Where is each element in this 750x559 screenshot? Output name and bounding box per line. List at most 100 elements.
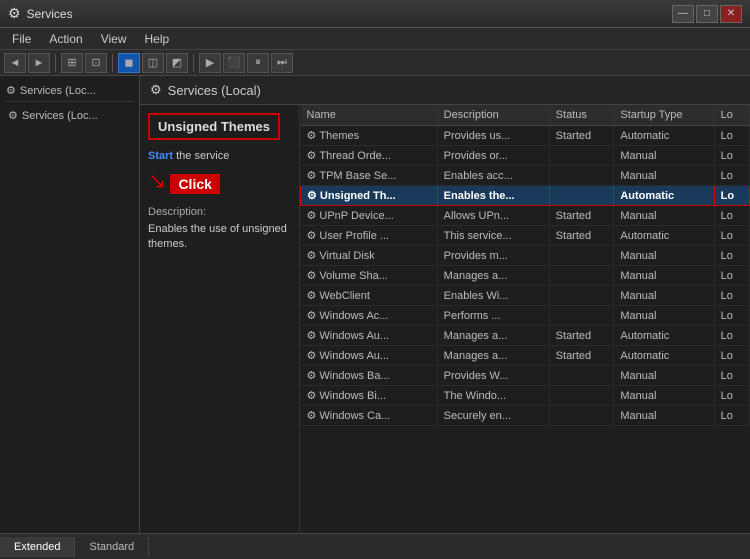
service-desc-cell: Allows UPn... <box>437 206 549 226</box>
service-lo-cell: Lo <box>714 246 749 266</box>
maximize-button[interactable]: □ <box>696 5 718 23</box>
toolbar-play[interactable]: ▶ <box>199 53 221 73</box>
service-name-cell: ⚙Windows Ca... <box>301 406 438 426</box>
menu-view[interactable]: View <box>93 30 135 48</box>
the-service-label: the service <box>173 150 229 162</box>
service-gear-icon: ⚙ <box>307 310 317 322</box>
toolbar-btn-3[interactable]: ◫ <box>142 53 164 73</box>
service-lo-cell: Lo <box>714 406 749 426</box>
toolbar-pause[interactable]: ⏸ <box>247 53 269 73</box>
gear-icon: ⚙ <box>6 84 16 97</box>
close-button[interactable]: ✕ <box>720 5 742 23</box>
service-status-cell <box>549 306 614 326</box>
service-gear-icon: ⚙ <box>307 410 317 422</box>
table-row[interactable]: ⚙ThemesProvides us...StartedAutomaticLo <box>301 126 750 146</box>
toolbar-stop[interactable]: ⬛ <box>223 53 245 73</box>
service-lo-cell: Lo <box>714 386 749 406</box>
col-description[interactable]: Description <box>437 105 549 126</box>
toolbar-separator-3 <box>193 54 194 72</box>
table-row[interactable]: ⚙WebClientEnables Wi...ManualLo <box>301 286 750 306</box>
click-label: Click <box>170 174 219 194</box>
service-gear-icon: ⚙ <box>307 370 317 382</box>
service-status-cell: Started <box>549 226 614 246</box>
col-status[interactable]: Status <box>549 105 614 126</box>
toolbar-btn-1[interactable]: ⊞ <box>61 53 83 73</box>
table-row[interactable]: ⚙Windows Ca...Securely en...ManualLo <box>301 406 750 426</box>
description-title: Description: <box>148 206 291 218</box>
service-name-cell: ⚙User Profile ... <box>301 226 438 246</box>
service-desc-cell: Manages a... <box>437 326 549 346</box>
table-row[interactable]: ⚙Windows Au...Manages a...StartedAutomat… <box>301 326 750 346</box>
service-gear-icon: ⚙ <box>307 250 317 262</box>
col-name[interactable]: Name <box>301 105 438 126</box>
table-row[interactable]: ⚙UPnP Device...Allows UPn...StartedManua… <box>301 206 750 226</box>
services-table-container[interactable]: Name Description Status Startup Type Lo … <box>300 105 750 533</box>
toolbar-btn-4[interactable]: ◩ <box>166 53 188 73</box>
menu-action[interactable]: Action <box>41 30 90 48</box>
service-gear-icon: ⚙ <box>307 170 317 182</box>
service-desc-cell: Provides m... <box>437 246 549 266</box>
service-status-cell <box>549 246 614 266</box>
table-row[interactable]: ⚙User Profile ...This service...StartedA… <box>301 226 750 246</box>
tab-extended[interactable]: Extended <box>0 537 75 557</box>
sidebar-label: Services (Loc... <box>22 110 98 122</box>
service-desc-cell: Enables acc... <box>437 166 549 186</box>
panel-title: Services (Local) <box>168 83 261 98</box>
service-name-cell: ⚙TPM Base Se... <box>301 166 438 186</box>
start-link[interactable]: Start <box>148 150 173 162</box>
service-desc-cell: Manages a... <box>437 346 549 366</box>
toolbar-restart[interactable]: ⏭ <box>271 53 293 73</box>
table-row[interactable]: ⚙Virtual DiskProvides m...ManualLo <box>301 246 750 266</box>
service-startup-cell: Manual <box>614 406 714 426</box>
service-name-cell: ⚙Windows Bi... <box>301 386 438 406</box>
table-row[interactable]: ⚙Windows Au...Manages a...StartedAutomat… <box>301 346 750 366</box>
panel-gear-icon: ⚙ <box>150 82 162 98</box>
minimize-button[interactable]: — <box>672 5 694 23</box>
service-name-cell: ⚙Unsigned Th... <box>301 186 438 206</box>
service-desc-cell: The Windo... <box>437 386 549 406</box>
left-panel-title: Services (Loc... <box>20 85 96 97</box>
service-status-cell: Started <box>549 346 614 366</box>
menu-file[interactable]: File <box>4 30 39 48</box>
app-icon: ⚙ <box>8 5 21 22</box>
table-row[interactable]: ⚙Volume Sha...Manages a...ManualLo <box>301 266 750 286</box>
service-desc-cell: Manages a... <box>437 266 549 286</box>
menu-bar: File Action View Help <box>0 28 750 50</box>
left-panel-header: ⚙ Services (Loc... <box>4 80 135 102</box>
sidebar-item-services-local[interactable]: ⚙ Services (Loc... <box>4 106 135 125</box>
toolbar-back[interactable]: ◄ <box>4 53 26 73</box>
table-row[interactable]: ⚙Windows Ba...Provides W...ManualLo <box>301 366 750 386</box>
table-row[interactable]: ⚙Windows Bi...The Windo...ManualLo <box>301 386 750 406</box>
table-header-row: Name Description Status Startup Type Lo <box>301 105 750 126</box>
col-lo[interactable]: Lo <box>714 105 749 126</box>
service-status-cell <box>549 406 614 426</box>
service-name-cell: ⚙WebClient <box>301 286 438 306</box>
table-row[interactable]: ⚙Windows Ac...Performs ...ManualLo <box>301 306 750 326</box>
service-desc-cell: This service... <box>437 226 549 246</box>
service-name-cell: ⚙Windows Au... <box>301 326 438 346</box>
table-row[interactable]: ⚙Unsigned Th...Enables the...AutomaticLo <box>301 186 750 206</box>
toolbar-forward[interactable]: ► <box>28 53 50 73</box>
service-desc-cell: Provides us... <box>437 126 549 146</box>
service-startup-cell: Manual <box>614 286 714 306</box>
service-gear-icon: ⚙ <box>307 290 317 302</box>
toolbar: ◄ ► ⊞ ⊡ ◼ ◫ ◩ ▶ ⬛ ⏸ ⏭ <box>0 50 750 76</box>
tab-standard[interactable]: Standard <box>75 537 149 557</box>
table-row[interactable]: ⚙TPM Base Se...Enables acc...ManualLo <box>301 166 750 186</box>
service-gear-icon: ⚙ <box>307 270 317 282</box>
toolbar-separator-2 <box>112 54 113 72</box>
title-bar: ⚙ Services — □ ✕ <box>0 0 750 28</box>
table-row[interactable]: ⚙Thread Orde...Provides or...ManualLo <box>301 146 750 166</box>
service-status-cell <box>549 386 614 406</box>
info-panel: Unsigned Themes Start the service ↘ Clic… <box>140 105 300 533</box>
service-name-cell: ⚙Windows Ba... <box>301 366 438 386</box>
arrow-down-icon: ↘ <box>148 168 166 194</box>
col-startup[interactable]: Startup Type <box>614 105 714 126</box>
service-startup-cell: Automatic <box>614 226 714 246</box>
service-startup-cell: Automatic <box>614 186 714 206</box>
toolbar-btn-2[interactable]: ⊡ <box>85 53 107 73</box>
service-status-cell <box>549 186 614 206</box>
service-startup-cell: Manual <box>614 206 714 226</box>
menu-help[interactable]: Help <box>137 30 178 48</box>
toolbar-btn-blue[interactable]: ◼ <box>118 53 140 73</box>
